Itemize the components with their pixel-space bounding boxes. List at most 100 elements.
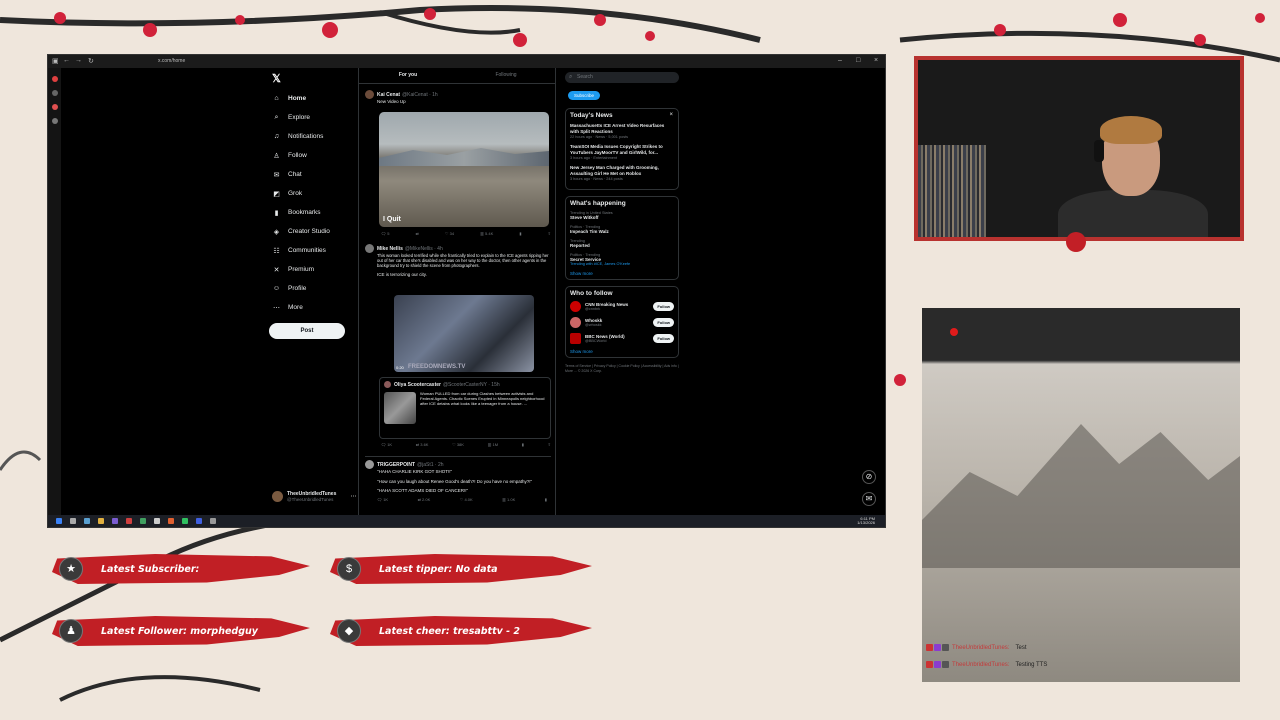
- back-icon[interactable]: ←: [63, 57, 70, 64]
- home-icon: ⌂: [274, 95, 279, 102]
- subscribe-button[interactable]: Subscribe: [568, 91, 601, 100]
- taskbar-app-icon[interactable]: [70, 518, 76, 524]
- trend-item[interactable]: Politics · Trending Impeach Tim Walz: [570, 225, 674, 234]
- trend-item[interactable]: Trending Reported: [570, 239, 674, 248]
- taskbar-app-icon[interactable]: [84, 518, 90, 524]
- taskbar-app-icon[interactable]: [126, 518, 132, 524]
- start-icon[interactable]: [56, 518, 62, 524]
- forward-icon[interactable]: →: [75, 57, 82, 64]
- follow-button[interactable]: Follow: [653, 302, 674, 311]
- tweet[interactable]: Mike Nellis @MikeNellis · 4h This woman l…: [365, 244, 551, 278]
- like-button[interactable]: ♡ 34: [445, 231, 454, 236]
- messages-icon[interactable]: ✉: [862, 492, 876, 506]
- views-button[interactable]: ▥ 1.0K: [502, 497, 515, 502]
- minimize-icon[interactable]: –: [838, 57, 842, 64]
- nav-item-premium[interactable]: ✕ Premium: [272, 260, 330, 279]
- tab-for-you[interactable]: For you: [359, 68, 457, 83]
- account-switcher[interactable]: TheeUnbridledTunes @TheeUnbridledTunes ⋯: [272, 491, 356, 502]
- share-button[interactable]: ⇪: [548, 231, 551, 236]
- panel-title: What's happening: [570, 200, 626, 207]
- taskbar-app-icon[interactable]: [210, 518, 216, 524]
- sidebar-app-icon[interactable]: [51, 118, 58, 124]
- quoted-tweet[interactable]: Oliya Scootercaster @ScooterCasterNY · 15…: [379, 377, 551, 439]
- retweet-button[interactable]: ⇄ 3.6K: [416, 442, 429, 447]
- news-item[interactable]: Massachusetts ICE Arrest Video Resurface…: [570, 123, 674, 139]
- badge-icon: [942, 644, 949, 651]
- sidebar-app-icon[interactable]: [51, 76, 58, 82]
- trend-item[interactable]: Trending in United States Steve Witkoff: [570, 211, 674, 220]
- follow-button[interactable]: Follow: [653, 318, 674, 327]
- reload-icon[interactable]: ↻: [88, 57, 94, 65]
- follow-suggestion[interactable]: BBC News (World) @BBCWorld Follow: [570, 333, 674, 344]
- browser-menu-icon[interactable]: ▣: [52, 57, 59, 65]
- tweet-author[interactable]: Mike Nellis: [377, 246, 403, 252]
- avatar[interactable]: [365, 460, 374, 469]
- nav-item-follow[interactable]: ♙ Follow: [272, 146, 330, 165]
- footer-links[interactable]: Terms of Service | Privacy Policy | Cook…: [565, 364, 679, 374]
- nav-item-chat[interactable]: ✉ Chat: [272, 165, 330, 184]
- tweet-text: "HAHA CHARLIE KIRK GOT SHOT!!": [377, 469, 453, 474]
- address-bar[interactable]: x.com/home: [158, 58, 185, 64]
- avatar[interactable]: [365, 90, 374, 99]
- maximize-icon[interactable]: □: [856, 57, 860, 64]
- taskbar-clock[interactable]: 6:11 PM 1/13/2026: [857, 517, 875, 525]
- views-button[interactable]: ▥ 5.4K: [480, 231, 493, 236]
- bookmark-button[interactable]: ▮: [522, 442, 524, 447]
- retweet-button[interactable]: ⇄ 2.0K: [418, 497, 431, 502]
- taskbar-app-icon[interactable]: [154, 518, 160, 524]
- nav-item-communities[interactable]: ☷ Communities: [272, 241, 330, 260]
- taskbar-app-icon[interactable]: [98, 518, 104, 524]
- like-button[interactable]: ♡ 38K: [452, 442, 464, 447]
- bookmark-button[interactable]: ▮: [545, 497, 547, 502]
- bookmark-button[interactable]: ▮: [519, 231, 521, 236]
- grok-icon[interactable]: ⊘: [862, 470, 876, 484]
- tweet-video[interactable]: FREEDOMNEWS.TV 0:20: [394, 295, 534, 372]
- follow-suggestion[interactable]: Whoskk @whoskk Follow: [570, 317, 674, 328]
- taskbar-app-icon[interactable]: [196, 518, 202, 524]
- follow-suggestion[interactable]: CNN Breaking News @cnnbrk Follow: [570, 301, 674, 312]
- news-item[interactable]: TeamSOI Media Issues Copyright Strikes t…: [570, 144, 674, 160]
- tweet[interactable]: Kai Cenat @KaiCenat · 1h New Video Up: [365, 90, 438, 105]
- tab-following[interactable]: Following: [457, 68, 555, 83]
- nav-item-home[interactable]: ⌂ Home: [272, 89, 330, 108]
- news-item[interactable]: New Jersey Man Charged with Grooming, As…: [570, 165, 674, 181]
- tweet-author[interactable]: Kai Cenat: [377, 92, 400, 98]
- taskbar-app-icon[interactable]: [140, 518, 146, 524]
- video-thumbnail: [379, 148, 549, 166]
- close-icon[interactable]: ×: [669, 112, 673, 118]
- nav-item-explore[interactable]: ⌕ Explore: [272, 108, 330, 127]
- x-icon: ✕: [273, 266, 280, 274]
- sidebar-app-icon[interactable]: [51, 90, 58, 96]
- like-button[interactable]: ♡ 4.0K: [460, 497, 473, 502]
- show-more-link[interactable]: Show more: [570, 271, 674, 276]
- trend-item[interactable]: Politics · Trending Secret Service Trendin…: [570, 253, 674, 266]
- taskbar-app-icon[interactable]: [112, 518, 118, 524]
- post-button[interactable]: Post: [269, 323, 345, 339]
- retweet-button[interactable]: ⇄: [416, 231, 419, 236]
- show-more-link[interactable]: Show more: [570, 349, 674, 354]
- x-logo-icon[interactable]: 𝕏: [272, 72, 281, 85]
- sidebar-app-icon[interactable]: [51, 104, 58, 110]
- nav-item-creator-studio[interactable]: ◈ Creator Studio: [272, 222, 330, 241]
- tweet-author[interactable]: TRIGGERPOINT: [377, 462, 415, 468]
- avatar[interactable]: [365, 244, 374, 253]
- headset: [1094, 140, 1104, 162]
- share-button[interactable]: ⇪: [548, 442, 551, 447]
- nav-item-notifications[interactable]: ♫ Notifications: [272, 127, 330, 146]
- nav-item-grok[interactable]: ◩ Grok: [272, 184, 330, 203]
- nav-item-bookmarks[interactable]: ▮ Bookmarks: [272, 203, 330, 222]
- taskbar-app-icon[interactable]: [168, 518, 174, 524]
- taskbar-app-icon[interactable]: [182, 518, 188, 524]
- reply-button[interactable]: 🗨 1K: [377, 497, 388, 502]
- close-window-icon[interactable]: ×: [874, 57, 878, 64]
- nav-item-more[interactable]: ⋯ More: [272, 298, 330, 317]
- views-button[interactable]: ▥ 1M: [488, 442, 498, 447]
- follow-button[interactable]: Follow: [653, 334, 674, 343]
- tweet-video[interactable]: I Quit: [379, 112, 549, 227]
- avatar: [272, 491, 283, 502]
- nav-item-profile[interactable]: ☺ Profile: [272, 279, 330, 298]
- reply-button[interactable]: 🗨 5: [381, 231, 389, 236]
- search-input[interactable]: Search: [565, 72, 679, 83]
- tweet[interactable]: TRIGGERPOINT @jaSt1 · 2h "HAHA CHARLIE KI…: [365, 456, 551, 502]
- reply-button[interactable]: 🗨 1K: [381, 442, 392, 447]
